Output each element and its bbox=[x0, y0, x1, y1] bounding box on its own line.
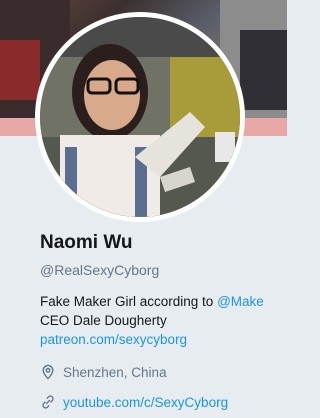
bio-text: Fake Maker Girl according to bbox=[40, 294, 218, 309]
location-pin-icon bbox=[40, 364, 56, 380]
bio-mention-link[interactable]: @Make bbox=[217, 294, 264, 309]
display-name[interactable]: Naomi Wu bbox=[40, 232, 133, 254]
profile-avatar[interactable] bbox=[35, 12, 245, 222]
website-link[interactable]: youtube.com/c/SexyCyborg bbox=[63, 395, 228, 410]
location-text: Shenzhen, China bbox=[63, 364, 167, 380]
link-icon bbox=[40, 394, 56, 410]
user-handle[interactable]: @RealSexyCyborg bbox=[40, 262, 159, 278]
bio-line-2: CEO Dale Dougherty bbox=[40, 313, 167, 328]
bio-patreon-link[interactable]: patreon.com/sexycyborg bbox=[40, 330, 280, 349]
profile-website[interactable]: youtube.com/c/SexyCyborg bbox=[40, 393, 228, 411]
profile-location: Shenzhen, China bbox=[40, 363, 167, 381]
profile-bio: Fake Maker Girl according to @Make CEO D… bbox=[40, 292, 280, 349]
bio-line-1: Fake Maker Girl according to @Make bbox=[40, 292, 280, 311]
